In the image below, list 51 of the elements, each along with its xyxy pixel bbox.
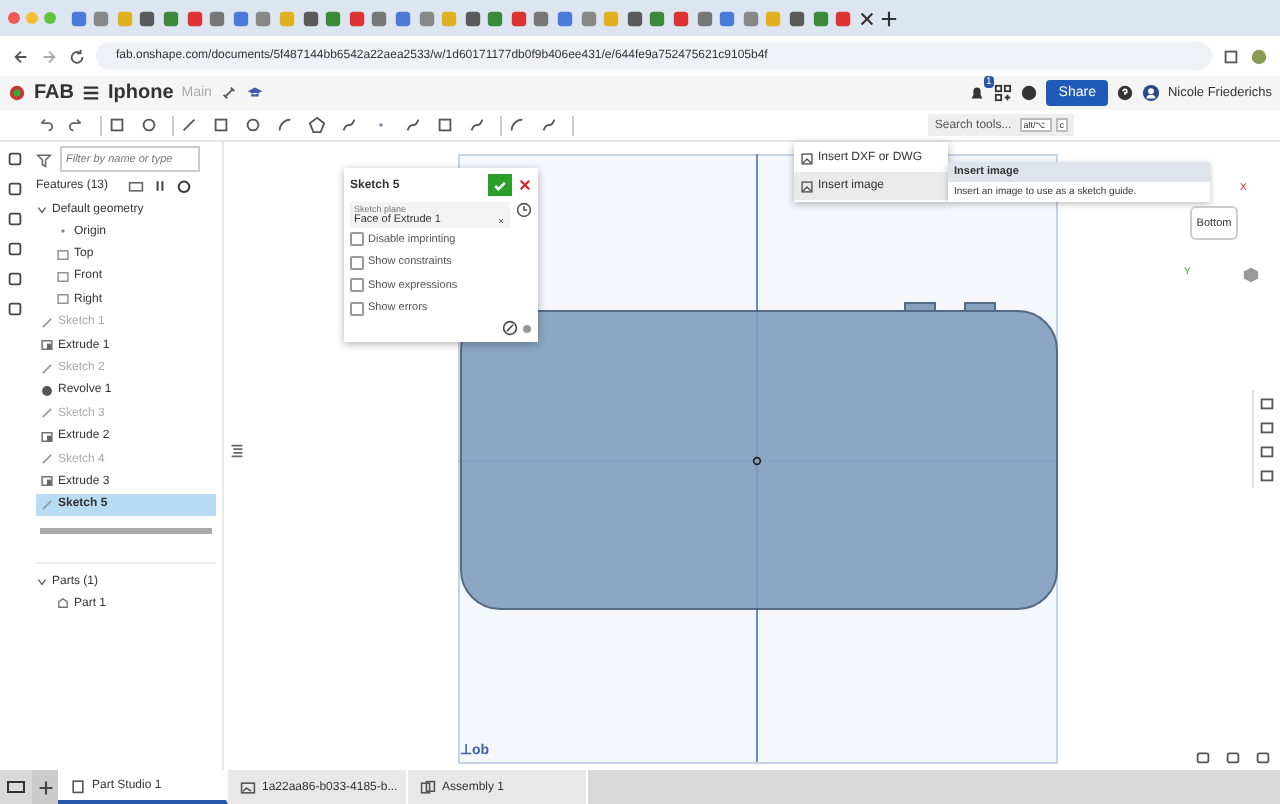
assembly-icon <box>420 779 436 795</box>
plus-icon[interactable] <box>880 9 899 27</box>
filter-icon[interactable] <box>36 151 52 167</box>
confirm-button[interactable] <box>488 174 512 196</box>
user-icon[interactable] <box>1141 84 1160 102</box>
checkmark-icon <box>492 177 508 193</box>
menu-icon[interactable] <box>82 84 100 102</box>
extrude-icon <box>40 429 54 444</box>
image-icon <box>800 151 814 165</box>
pencil-icon <box>40 452 54 467</box>
point-icon <box>56 224 70 239</box>
bell-icon[interactable] <box>968 84 987 102</box>
pencil-icon <box>40 315 54 330</box>
close-icon[interactable] <box>518 178 532 192</box>
sketch-settings-icon[interactable] <box>502 320 518 336</box>
pencil-icon <box>40 497 54 512</box>
reload-icon[interactable] <box>68 47 86 65</box>
folder-icon[interactable] <box>128 177 145 193</box>
disc-icon <box>40 383 54 398</box>
avatar-icon[interactable] <box>1250 47 1268 65</box>
chevron-icon[interactable] <box>36 575 48 588</box>
origin-icon <box>752 456 762 466</box>
image-icon <box>240 779 256 795</box>
close-icon[interactable] <box>857 9 876 27</box>
apps-icon[interactable] <box>994 84 1013 102</box>
plus-icon <box>37 779 53 795</box>
graduation-cap-icon[interactable] <box>245 84 264 102</box>
tool-icon[interactable] <box>36 116 54 134</box>
part-studio-icon <box>70 777 86 793</box>
tool-icon[interactable] <box>68 116 86 134</box>
extensions-icon[interactable] <box>1222 47 1240 65</box>
pause-icon[interactable] <box>152 177 169 193</box>
extrude-icon <box>40 474 54 489</box>
list-toggle-icon[interactable] <box>228 442 246 460</box>
logo: FAB <box>34 82 74 104</box>
stopwatch-icon[interactable] <box>176 177 193 193</box>
chevron-icon[interactable] <box>36 203 48 215</box>
clock-icon[interactable] <box>516 202 532 218</box>
part-icon <box>56 596 70 611</box>
back-icon[interactable] <box>12 47 30 65</box>
logo-icon <box>8 84 26 102</box>
tabs-menu-icon[interactable] <box>6 777 26 797</box>
image-icon <box>800 179 814 193</box>
pencil-icon <box>40 406 54 421</box>
link-icon[interactable] <box>219 84 238 102</box>
document-title: Iphone <box>108 82 174 104</box>
pencil-icon <box>40 361 54 376</box>
add-tab-button[interactable] <box>32 770 58 804</box>
clear-icon[interactable] <box>496 215 506 225</box>
extrude-icon <box>40 338 54 353</box>
view-mode-icon[interactable] <box>1242 266 1260 284</box>
